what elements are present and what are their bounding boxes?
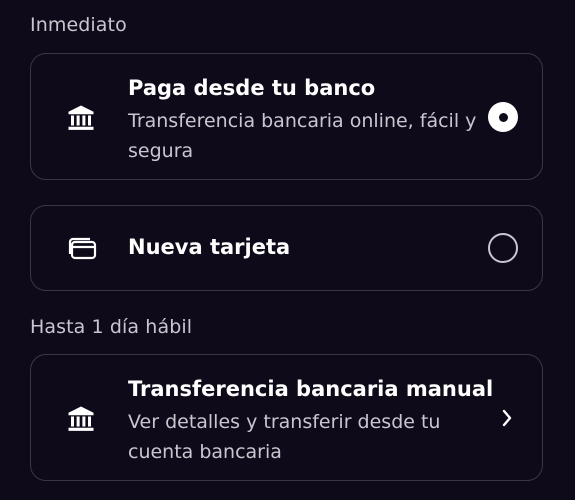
radio-button-selected[interactable] [488,102,518,132]
payment-option-bank[interactable]: Paga desde tu banco Transferencia bancar… [30,53,543,180]
option-title: Transferencia bancaria manual [128,377,494,401]
option-subtitle: Ver detalles y transferir desde tu cuent… [128,411,441,463]
option-title: Nueva tarjeta [128,235,291,259]
bank-icon [65,403,97,435]
section-label-immediate: Inmediato [30,14,127,36]
option-title: Paga desde tu banco [128,76,376,100]
chevron-right-icon[interactable] [498,409,516,427]
payment-option-new-card[interactable]: Nueva tarjeta [30,205,543,291]
bank-icon [65,102,97,134]
option-subtitle: Transferencia bancaria online, fácil y s… [128,110,477,162]
payment-option-manual-transfer[interactable]: Transferencia bancaria manual Ver detall… [30,354,543,481]
radio-dot [498,112,508,122]
credit-card-icon [65,233,97,265]
section-label-one-business-day: Hasta 1 día hábil [30,316,193,338]
radio-button-unselected[interactable] [488,233,518,263]
payment-method-screen: Inmediato Paga desde tu banco Transferen… [0,0,575,500]
